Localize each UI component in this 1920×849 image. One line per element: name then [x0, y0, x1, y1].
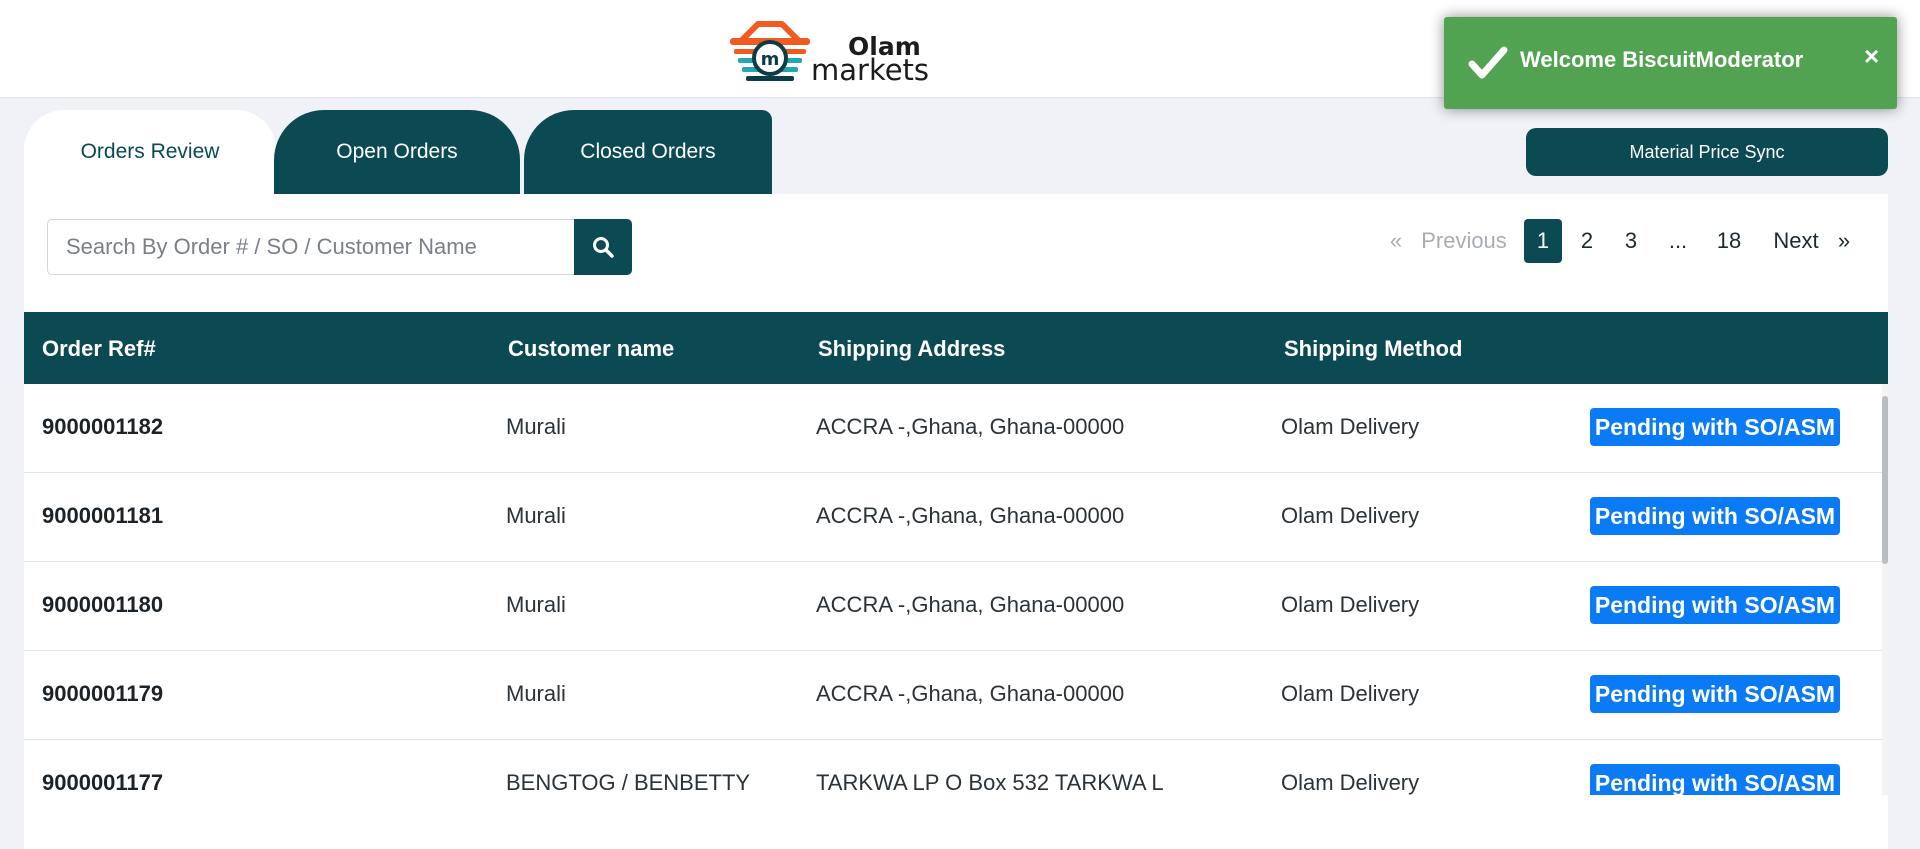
status-badge[interactable]: Pending with SO/ASM — [1590, 497, 1840, 535]
tab-orders-review[interactable]: Orders Review — [24, 110, 276, 194]
toast-message: Welcome BiscuitModerator — [1520, 47, 1804, 72]
status-badge[interactable]: Pending with SO/ASM — [1590, 675, 1840, 713]
shipping-address: ACCRA -,Ghana, Ghana-00000 — [816, 503, 1125, 528]
search-icon — [593, 237, 614, 258]
order-ref[interactable]: 9000001181 — [42, 503, 163, 529]
shipping-method: Olam Delivery — [1281, 414, 1420, 439]
status-badge[interactable]: Pending with SO/ASM — [1590, 408, 1840, 446]
pagination-page-18[interactable]: 18 — [1706, 218, 1752, 264]
sync-button-label: Material Price Sync — [1629, 141, 1785, 162]
pagination-previous[interactable]: Previous — [1410, 218, 1518, 264]
pagination-next[interactable]: Next — [1764, 218, 1828, 264]
column-header-customer-name: Customer name — [508, 336, 675, 361]
pagination-ellipsis: ... — [1668, 228, 1688, 253]
shipping-method: Olam Delivery — [1281, 681, 1420, 706]
search-input[interactable] — [48, 220, 574, 274]
checkmark-icon — [1468, 46, 1508, 79]
logo-text-markets: markets — [811, 53, 930, 87]
search-button[interactable] — [574, 219, 632, 275]
order-ref[interactable]: 9000001177 — [42, 770, 163, 795]
search-field[interactable] — [47, 219, 575, 275]
table-header: Order Ref# Customer name Shipping Addres… — [24, 312, 1888, 384]
olam-markets-logo[interactable]: m Olam markets — [728, 16, 930, 87]
order-ref[interactable]: 9000001180 — [42, 592, 163, 618]
column-header-shipping-method: Shipping Method — [1284, 336, 1463, 361]
orders-table-body: 9000001182 Murali ACCRA -,Ghana, Ghana-0… — [24, 384, 1882, 795]
table-row[interactable]: 9000001182 Murali ACCRA -,Ghana, Ghana-0… — [24, 384, 1882, 473]
shipping-method: Olam Delivery — [1281, 770, 1420, 795]
tab-label: Closed Orders — [580, 140, 716, 163]
svg-text:m: m — [761, 49, 780, 70]
basket-logo-icon: m — [730, 21, 810, 81]
shipping-address: ACCRA -,Ghana, Ghana-00000 — [816, 592, 1125, 617]
pagination-page-2[interactable]: 2 — [1568, 218, 1606, 264]
shipping-method: Olam Delivery — [1281, 503, 1420, 528]
shipping-method: Olam Delivery — [1281, 592, 1420, 617]
tab-label: Orders Review — [80, 140, 220, 163]
table-row[interactable]: 9000001180 Murali ACCRA -,Ghana, Ghana-0… — [24, 562, 1882, 651]
shipping-address: TARKWA LP O Box 532 TARKWA L — [816, 770, 1164, 795]
tab-open-orders[interactable]: Open Orders — [274, 110, 520, 194]
pagination-prev-arrow[interactable]: « — [1384, 218, 1408, 264]
customer-name: Murali — [506, 414, 566, 439]
table-row[interactable]: 9000001179 Murali ACCRA -,Ghana, Ghana-0… — [24, 651, 1882, 740]
customer-name: Murali — [506, 681, 566, 706]
welcome-toast: Welcome BiscuitModerator × — [1444, 17, 1897, 109]
pagination-page-3[interactable]: 3 — [1612, 218, 1650, 264]
customer-name: BENGTOG / BENBETTY — [506, 770, 751, 795]
status-badge[interactable]: Pending with SO/ASM — [1590, 586, 1840, 624]
shipping-address: ACCRA -,Ghana, Ghana-00000 — [816, 414, 1125, 439]
material-price-sync-button[interactable]: Material Price Sync — [1526, 128, 1888, 176]
table-row[interactable]: 9000001177 BENGTOG / BENBETTY TARKWA LP … — [24, 740, 1882, 795]
table-row[interactable]: 9000001181 Murali ACCRA -,Ghana, Ghana-0… — [24, 473, 1882, 562]
order-ref[interactable]: 9000001179 — [42, 681, 163, 707]
order-ref[interactable]: 9000001182 — [42, 414, 163, 440]
column-header-order-ref: Order Ref# — [42, 336, 156, 361]
customer-name: Murali — [506, 503, 566, 528]
table-scrollbar-thumb[interactable] — [1882, 396, 1888, 564]
column-header-shipping-address: Shipping Address — [818, 336, 1006, 361]
tab-label: Open Orders — [336, 140, 458, 163]
tab-closed-orders[interactable]: Closed Orders — [524, 110, 772, 194]
shipping-address: ACCRA -,Ghana, Ghana-00000 — [816, 681, 1125, 706]
status-badge[interactable]: Pending with SO/ASM — [1590, 764, 1840, 795]
pagination-next-arrow[interactable]: » — [1832, 218, 1856, 264]
customer-name: Murali — [506, 592, 566, 617]
pagination-page-1[interactable]: 1 — [1524, 219, 1562, 263]
close-icon[interactable]: × — [1864, 41, 1879, 72]
